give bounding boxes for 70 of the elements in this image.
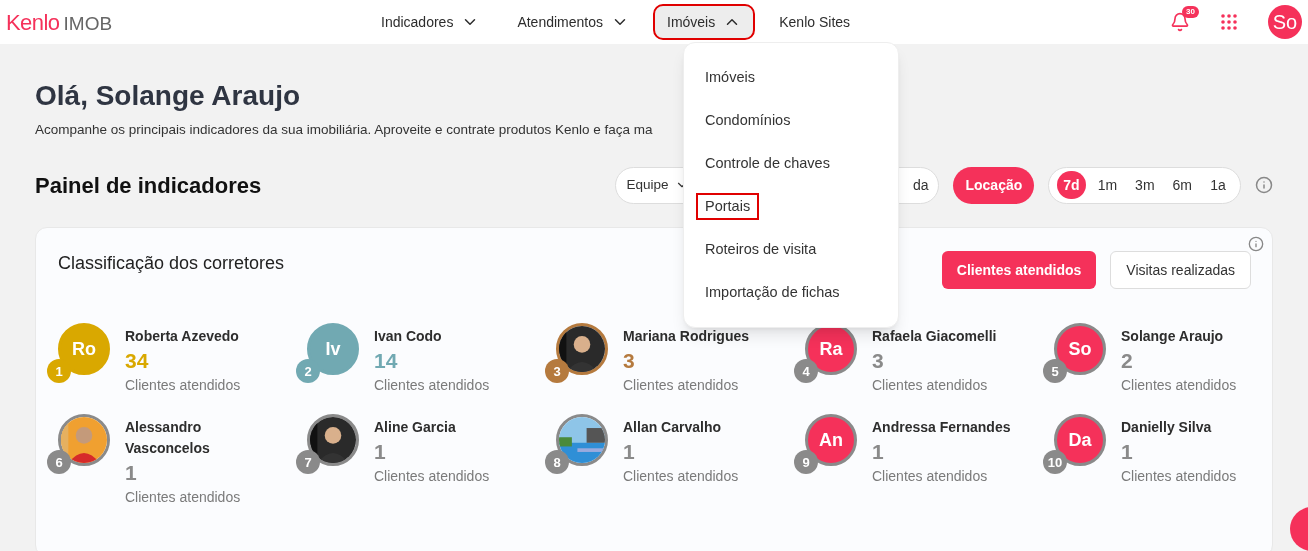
nav-menu-item[interactable]: Kenlo Sites	[767, 6, 863, 38]
info-icon[interactable]	[1248, 236, 1264, 253]
period-tab[interactable]: 3m	[1129, 171, 1161, 200]
dropdown-item[interactable]: Portais	[698, 194, 758, 219]
broker-count: 1	[1121, 439, 1134, 466]
logo[interactable]: Kenlo	[6, 5, 60, 39]
metric-label: Clientes atendidos	[872, 467, 989, 487]
broker-count: 1	[374, 439, 387, 466]
rank-badge: 6	[47, 450, 71, 475]
broker-count: 1	[872, 439, 885, 466]
metric-label: Clientes atendidos	[872, 376, 989, 396]
broker-count: 1	[623, 439, 636, 466]
broker-count: 2	[1121, 348, 1134, 375]
broker-count: 1	[125, 460, 138, 487]
broker-count: 3	[623, 348, 636, 375]
metric-label: Clientes atendidos	[1121, 467, 1238, 487]
broker-name: Aline Garcia	[374, 418, 457, 438]
card-title: Classificação dos corretores	[58, 252, 285, 276]
metric-label: Clientes atendidos	[623, 467, 740, 487]
metric-label: Clientes atendidos	[623, 376, 740, 396]
rank-badge: 3	[545, 359, 569, 384]
period-tab[interactable]: 6m	[1166, 171, 1198, 200]
rank-badge: 2	[296, 359, 320, 384]
period-tab[interactable]: 1m	[1091, 171, 1124, 200]
metric-tab[interactable]: Clientes atendidos	[941, 251, 1097, 290]
period-tab[interactable]: 1a	[1204, 171, 1232, 200]
dropdown-item[interactable]: Roteiros de visita	[698, 237, 824, 262]
broker-name: Roberta Azevedo	[125, 327, 240, 347]
subtitle: Acompanhe os principais indicadores da sua imobiliária. Aproveite e contrate produtos Kenlo e faça ma	[35, 121, 653, 139]
rank-badge: 10	[1043, 450, 1067, 475]
period-tab[interactable]: 7d	[1057, 171, 1086, 200]
metric-label: Clientes atendidos	[374, 376, 491, 396]
dropdown-item[interactable]: Importação de fichas	[698, 280, 847, 305]
broker-name: Alessandro Vasconcelos	[125, 418, 211, 459]
business-type-button[interactable]: Locação	[953, 166, 1035, 204]
broker-count: 3	[872, 348, 885, 375]
broker-name: Danielly Silva	[1121, 418, 1213, 438]
broker-name: Ivan Codo	[374, 327, 443, 347]
notification-bell-icon[interactable]	[1170, 12, 1190, 32]
dropdown-item[interactable]: Condomínios	[698, 108, 798, 133]
rank-badge: 9	[794, 450, 818, 475]
broker-count: 34	[125, 348, 150, 375]
broker-name: Andressa Fernandes	[872, 418, 1012, 438]
panel-title: Painel de indicadores	[35, 171, 262, 200]
dropdown-item[interactable]: Imóveis	[698, 65, 762, 90]
broker-name: Allan Carvalho	[623, 418, 723, 438]
notification-count: 30	[1182, 6, 1199, 18]
metric-label: Clientes atendidos	[374, 467, 491, 487]
broker-name: Mariana Rodrigues	[623, 327, 751, 347]
broker-name: Rafaela Giacomelli	[872, 327, 998, 347]
broker-name: Solange Araujo	[1121, 327, 1225, 347]
rank-badge: 1	[47, 359, 71, 384]
metric-label: Clientes atendidos	[125, 488, 242, 508]
rank-badge: 5	[1043, 359, 1067, 384]
user-avatar[interactable]: So	[1268, 5, 1302, 39]
nav-menu-item[interactable]: Atendimentos	[505, 6, 641, 38]
rank-badge: 8	[545, 450, 569, 475]
info-icon[interactable]	[1255, 176, 1273, 195]
rank-badge: 4	[794, 359, 818, 384]
nav-menu-item[interactable]: Imóveis	[655, 6, 754, 38]
dropdown-item[interactable]: Controle de chaves	[698, 151, 837, 176]
rank-badge: 7	[296, 450, 320, 475]
metric-label: Clientes atendidos	[125, 376, 242, 396]
greeting: Olá, Solange Araujo	[35, 79, 301, 113]
nav-menu-item[interactable]: Indicadores	[369, 6, 492, 38]
apps-grid-icon[interactable]	[1220, 13, 1238, 31]
broker-count: 14	[374, 348, 399, 375]
metric-label: Clientes atendidos	[1121, 376, 1238, 396]
logo-suffix: IMOB	[63, 11, 113, 36]
metric-tab[interactable]: Visitas realizadas	[1110, 251, 1251, 290]
